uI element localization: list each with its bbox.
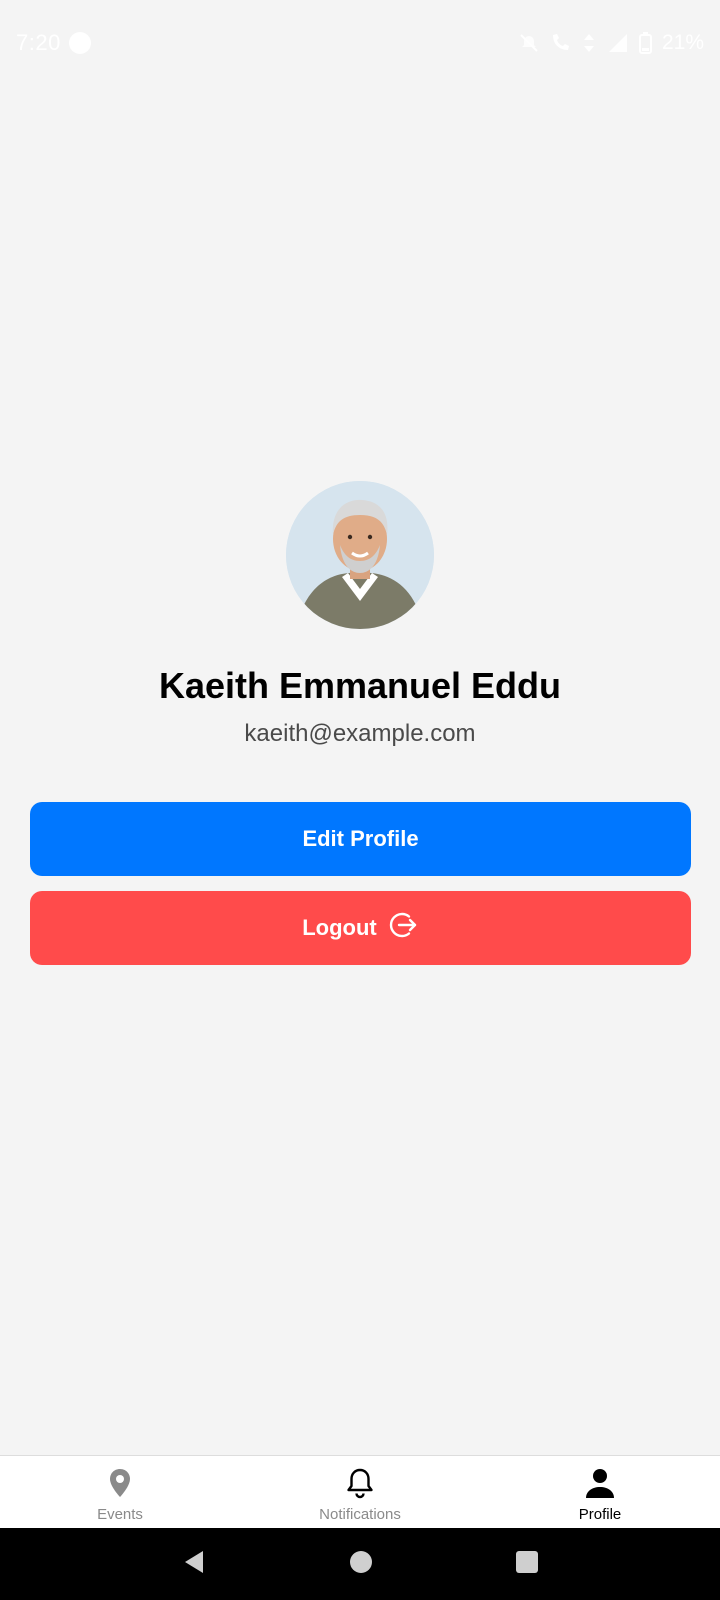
battery-icon xyxy=(638,32,652,54)
nav-item-events[interactable]: Events xyxy=(0,1456,240,1528)
app-notification-icon xyxy=(69,32,91,54)
mute-icon xyxy=(519,33,539,53)
wifi-call-icon xyxy=(549,32,571,54)
home-icon[interactable] xyxy=(349,1550,373,1579)
signal-icon xyxy=(607,32,629,54)
bell-icon xyxy=(347,1468,373,1499)
map-pin-icon xyxy=(110,1469,130,1497)
nav-item-notifications[interactable]: Notifications xyxy=(240,1456,480,1528)
status-time: 7:20 xyxy=(16,30,61,55)
battery-percent: 21% xyxy=(661,31,704,54)
profile-email: kaeith@example.com xyxy=(244,720,476,747)
logout-icon xyxy=(387,909,419,947)
bottom-nav: Events Notifications Profile xyxy=(0,1455,720,1528)
system-nav-bar xyxy=(0,1528,720,1600)
profile-name: Kaeith Emmanuel Eddu xyxy=(158,665,562,706)
edit-profile-button[interactable]: Edit Profile xyxy=(30,802,691,876)
recents-icon[interactable] xyxy=(515,1550,539,1579)
person-icon xyxy=(586,1469,614,1498)
nav-label-events: Events xyxy=(97,1506,143,1523)
status-bar: 7:20 21% xyxy=(0,0,720,88)
status-icons: 21% xyxy=(519,30,704,56)
logout-button[interactable]: Logout xyxy=(30,891,691,965)
logout-label: Logout xyxy=(302,915,377,940)
avatar xyxy=(286,481,434,629)
data-transfer-icon xyxy=(581,32,597,54)
nav-item-profile[interactable]: Profile xyxy=(480,1456,720,1528)
nav-label-notifications: Notifications xyxy=(319,1506,401,1523)
nav-label-profile: Profile xyxy=(578,1506,622,1523)
back-icon[interactable] xyxy=(181,1549,207,1580)
edit-profile-label: Edit Profile xyxy=(302,826,419,851)
